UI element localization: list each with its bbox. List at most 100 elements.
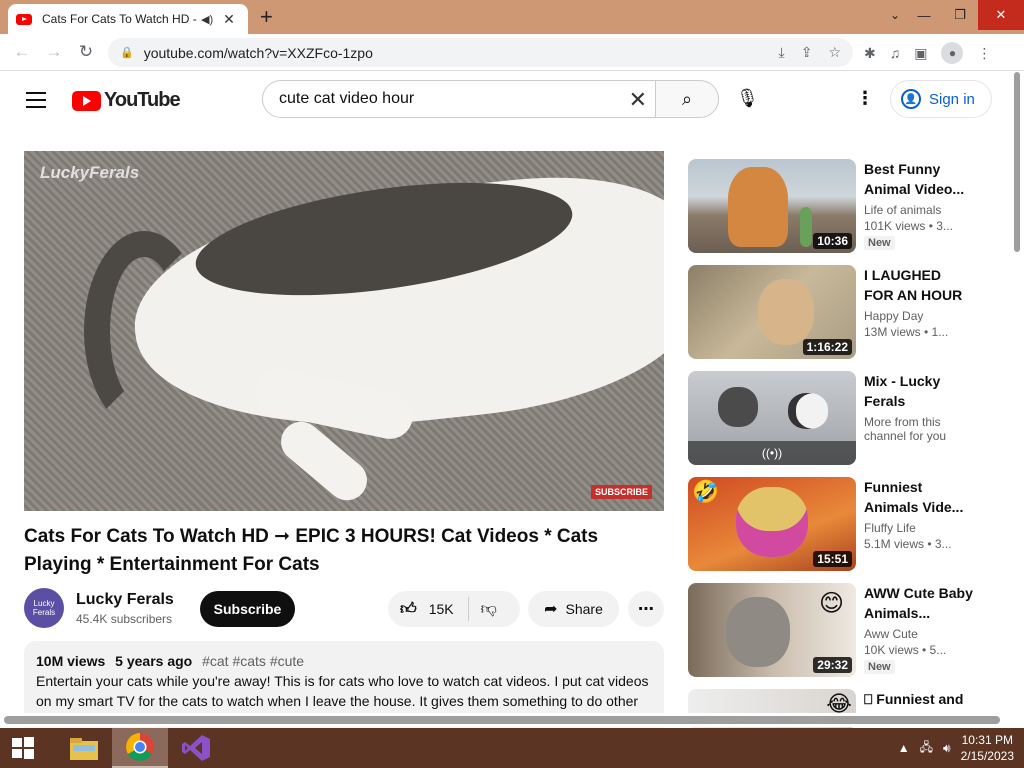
youtube-play-logo-icon [72, 90, 101, 111]
recommended-mix[interactable]: ((•)) Mix - Lucky Ferals More from this … [688, 371, 980, 465]
subscribe-button[interactable]: Subscribe [200, 591, 295, 627]
video-thumbnail[interactable]: 😊 29:32 [688, 583, 856, 677]
video-title: Cats For Cats To Watch HD ➞ EPIC 3 HOURS… [24, 526, 599, 575]
new-tab-button[interactable]: + [260, 4, 273, 30]
horizontal-scrollbar[interactable] [0, 713, 1024, 727]
description-text: Entertain your cats while you're away! T… [36, 673, 649, 709]
laughing-cat-shape [758, 279, 814, 345]
share-page-icon[interactable]: ⇪ [801, 44, 813, 61]
minimize-button[interactable]: — [906, 0, 942, 30]
recommended-title[interactable]: I LAUGHED FOR AN HOUR😹... [864, 265, 974, 305]
video-thumbnail[interactable]: 🤣 15:51 [688, 477, 856, 571]
channel-name[interactable]: Lucky Ferals [76, 591, 174, 609]
browser-tab-active[interactable]: Cats For Cats To Watch HD - ◀︎) ✕ [8, 4, 248, 34]
search-button[interactable]: ⌕ [655, 80, 719, 118]
video-duration: 10:36 [813, 233, 852, 249]
cat-shape [788, 393, 828, 429]
clock[interactable]: 10:31 PM 2/15/2023 [961, 732, 1014, 764]
recommended-channel[interactable]: Fluffy Life [864, 521, 974, 535]
vertical-scrollbar[interactable] [1012, 72, 1022, 712]
speaker-icon[interactable]: ◀︎) [201, 13, 213, 26]
share-button[interactable]: ➦ Share [528, 591, 619, 627]
tab-close-icon[interactable]: ✕ [223, 11, 235, 28]
channel-avatar[interactable]: Lucky Ferals [24, 588, 64, 628]
channel-info: Lucky Ferals Lucky Ferals 45.4K subscrib… [24, 588, 174, 628]
video-thumbnail[interactable]: 1:16:22 [688, 265, 856, 359]
new-badge: New [864, 660, 895, 674]
more-actions-icon[interactable]: ⋯ [628, 591, 664, 627]
recommended-title[interactable]: AWW Cute Baby Animals... [864, 583, 974, 623]
install-app-icon[interactable]: ⤓ [779, 44, 785, 61]
sign-in-button[interactable]: 👤 Sign in [890, 80, 992, 118]
recommended-video[interactable]: 10:36 Best Funny Animal Video... Life of… [688, 159, 980, 253]
share-label: Share [565, 601, 603, 617]
recommendations-list: 10:36 Best Funny Animal Video... Life of… [688, 159, 980, 728]
recommended-video[interactable]: 🤣 15:51 Funniest Animals Vide... Fluffy … [688, 477, 980, 571]
forward-icon[interactable]: → [38, 42, 70, 62]
recommended-channel[interactable]: Aww Cute [864, 627, 974, 641]
start-button[interactable] [0, 736, 46, 760]
chrome-taskbar-icon[interactable] [112, 728, 168, 768]
user-icon: 👤 [901, 89, 921, 109]
tab-search-chevron-icon[interactable]: ⌄ [890, 8, 900, 22]
restore-button[interactable]: ❐ [942, 0, 978, 30]
video-thumbnail[interactable]: 10:36 [688, 159, 856, 253]
network-icon[interactable]: 🖧 [920, 738, 933, 759]
extensions-icon[interactable]: ✱ [864, 45, 876, 62]
thumbs-up-icon: 👍︎ [400, 600, 417, 618]
thumbs-down-icon: 👎︎ [480, 600, 497, 618]
media-control-icon[interactable]: ♫ [890, 45, 901, 61]
subscribe-watermark[interactable]: SUBSCRIBE [590, 485, 652, 499]
back-icon[interactable]: ← [6, 42, 38, 62]
video-duration: 1:16:22 [802, 339, 852, 355]
video-player[interactable]: LuckyFerals SUBSCRIBE [24, 151, 664, 511]
recommended-channel[interactable]: More from this channel for you [864, 415, 974, 443]
windows-logo-icon [12, 737, 34, 759]
recommended-title[interactable]: Best Funny Animal Video... [864, 159, 974, 199]
address-bar[interactable]: 🔒 youtube.com/watch?v=XXZFco-1zpo ⤓ ⇪ ☆ [108, 38, 853, 67]
visual-studio-icon[interactable] [168, 728, 224, 768]
mix-thumbnail[interactable]: ((•)) [688, 371, 856, 465]
recommended-video[interactable]: 1:16:22 I LAUGHED FOR AN HOUR😹... Happy … [688, 265, 980, 359]
recommended-video[interactable]: 😊 29:32 AWW Cute Baby Animals... Aww Cut… [688, 583, 980, 677]
channel-watermark: LuckyFerals [40, 163, 140, 182]
system-tray: ▲ 🖧 🔊︎ 10:31 PM 2/15/2023 [898, 732, 1014, 764]
recommended-title[interactable]: Funniest Animals Vide... [864, 477, 974, 517]
clear-search-icon[interactable]: ✕ [629, 87, 647, 113]
dislike-button[interactable]: 👎︎ [469, 600, 497, 619]
scroll-thumb[interactable] [4, 716, 1000, 724]
recommended-channel[interactable]: Happy Day [864, 309, 974, 323]
window-close-button[interactable]: ✕ [978, 0, 1024, 30]
file-explorer-icon[interactable] [56, 728, 112, 768]
reload-icon[interactable]: ↻ [70, 42, 102, 62]
voice-search-mic-icon[interactable]: 🎙 [736, 88, 759, 109]
tab-title: Cats For Cats To Watch HD - [42, 12, 197, 26]
hamburger-menu-icon[interactable] [26, 92, 46, 113]
profile-avatar-icon[interactable]: ● [941, 42, 964, 64]
show-hidden-icons-icon[interactable]: ▲ [898, 741, 910, 755]
cat-in-dress-shape [736, 487, 808, 557]
url-text[interactable]: youtube.com/watch?v=XXZFco-1zpo [144, 45, 373, 61]
recommended-views: 13M views • 1... [864, 325, 949, 339]
lock-icon[interactable]: 🔒 [120, 46, 134, 59]
scroll-thumb[interactable] [1014, 72, 1020, 252]
subscriber-count: 45.4K subscribers [76, 611, 173, 626]
browser-right-icons: ✱ ♫ ▣ ● ⋮ [864, 42, 991, 64]
youtube-logo[interactable]: YouTube [72, 89, 181, 112]
search-input[interactable] [279, 90, 609, 108]
like-button[interactable]: 👍︎ 15K [388, 597, 469, 621]
browser-menu-icon[interactable]: ⋮ [977, 45, 991, 62]
side-panel-icon[interactable]: ▣ [914, 45, 927, 62]
volume-icon[interactable]: 🔊︎ [943, 741, 951, 756]
video-duration: 29:32 [813, 657, 852, 673]
youtube-favicon-icon [16, 13, 32, 25]
youtube-logo-text: YouTube [104, 89, 181, 111]
recommended-channel[interactable]: Life of animals [864, 203, 974, 217]
smiling-emoji-icon: 😊 [818, 590, 844, 617]
settings-menu-icon[interactable]: ⋮ [856, 88, 874, 109]
recommended-title[interactable]: Mix - Lucky Ferals [864, 371, 974, 411]
cat-shape [718, 387, 758, 427]
bookmark-star-icon[interactable]: ☆ [828, 44, 841, 61]
video-meta: 10M views 5 years ago #cat #cats #cute [36, 653, 652, 669]
hashtags[interactable]: #cat #cats #cute [202, 653, 304, 669]
